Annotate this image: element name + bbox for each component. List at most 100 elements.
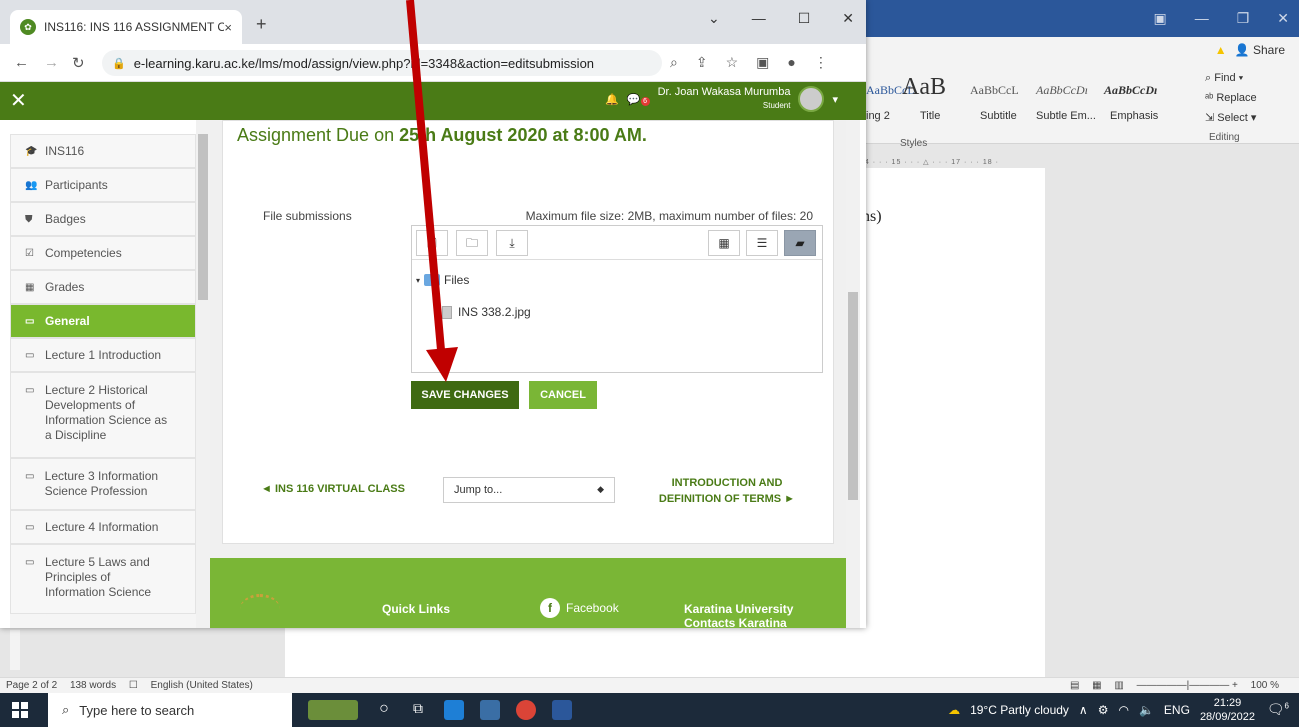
avatar[interactable] bbox=[798, 86, 825, 112]
page-scrollbar[interactable] bbox=[846, 120, 860, 628]
sidebar-item-badges[interactable]: ⛊ Badges bbox=[10, 202, 196, 236]
close-icon[interactable]: ✕ bbox=[842, 10, 854, 27]
reload-icon[interactable]: ↻ bbox=[72, 54, 85, 72]
read-mode-icon[interactable]: ▤ bbox=[1070, 680, 1079, 691]
next-activity-link[interactable]: INTRODUCTION AND DEFINITION OF TERMS ► bbox=[653, 475, 801, 507]
find-button[interactable]: ⌕ Find ▾ bbox=[1205, 68, 1257, 88]
maximize-icon[interactable]: ☐ bbox=[798, 10, 811, 27]
back-icon[interactable]: ← bbox=[14, 54, 29, 71]
sidebar-item-lecture-1[interactable]: ▭ Lecture 1 Introduction bbox=[10, 338, 196, 372]
sidebar-item-ins116[interactable]: 🎓 INS116 bbox=[10, 134, 196, 168]
address-bar[interactable]: 🔒 e-learning.karu.ac.ke/lms/mod/assign/v… bbox=[102, 50, 662, 76]
task-view-icon[interactable]: ⧉ bbox=[408, 700, 428, 720]
clock[interactable]: 21:29 28/09/2022 bbox=[1200, 696, 1255, 724]
moodle-navbar: ✕ 🔔 💬 6 Dr. Joan Wakasa Murumba Student ▾ bbox=[0, 82, 866, 120]
sidebar-item-competencies[interactable]: ☑ Competencies bbox=[10, 236, 196, 270]
create-folder-icon[interactable]: 🗀 bbox=[456, 230, 488, 256]
store-icon[interactable] bbox=[444, 700, 464, 720]
new-tab-button[interactable]: + bbox=[256, 14, 267, 35]
expand-icon[interactable]: ▾ bbox=[416, 276, 420, 285]
share-icon[interactable]: ⇪ bbox=[696, 54, 708, 71]
volume-icon[interactable]: 🔈 bbox=[1139, 703, 1154, 717]
sidebar-item-lecture-4[interactable]: ▭ Lecture 4 Information bbox=[10, 510, 196, 544]
save-changes-button[interactable]: SAVE CHANGES bbox=[411, 381, 519, 409]
close-drawer-icon[interactable]: ✕ bbox=[10, 88, 27, 113]
file-picker: 🗋 🗀 ⤓ ▦ ☰ ▰ ▾ Files INS 338.2.jpg bbox=[411, 225, 823, 373]
download-icon[interactable]: ⤓ bbox=[496, 230, 528, 256]
page-scroll-thumb[interactable] bbox=[848, 292, 858, 500]
zoom-slider[interactable]: —————|———— + bbox=[1137, 680, 1238, 691]
word-count[interactable]: 138 words bbox=[70, 680, 116, 691]
browser-tab[interactable]: ✿ INS116: INS 116 ASSIGNMENT O × bbox=[10, 10, 242, 44]
word-taskbar-icon[interactable] bbox=[552, 700, 572, 720]
tree-folder-files[interactable]: ▾ Files bbox=[416, 273, 469, 287]
chrome-taskbar-icon[interactable] bbox=[516, 700, 536, 720]
url-text: e-learning.karu.ac.ke/lms/mod/assign/vie… bbox=[133, 55, 595, 71]
user-info[interactable]: Dr. Joan Wakasa Murumba Student bbox=[658, 86, 791, 112]
minimize-icon[interactable]: — bbox=[1195, 10, 1209, 27]
profile-icon[interactable]: ● bbox=[787, 54, 795, 71]
list-view-icon[interactable]: ☰ bbox=[746, 230, 778, 256]
icon-view-icon[interactable]: ▦ bbox=[708, 230, 740, 256]
style-title[interactable]: AaB bbox=[902, 74, 946, 101]
news-widget-icon[interactable] bbox=[308, 700, 358, 720]
zoom-icon[interactable]: ⌕ bbox=[670, 54, 678, 71]
tab-close-icon[interactable]: × bbox=[224, 20, 232, 35]
tree-file-item[interactable]: INS 338.2.jpg bbox=[442, 305, 531, 319]
cortana-icon[interactable]: ○ bbox=[374, 700, 394, 720]
sidebar-item-grades[interactable]: ▦ Grades bbox=[10, 270, 196, 304]
menu-icon[interactable]: ⋮ bbox=[814, 54, 828, 71]
style-subtitle[interactable]: AaBbCcL bbox=[970, 83, 1019, 98]
sidebar-item-lecture-3[interactable]: ▭ Lecture 3 Information Science Professio… bbox=[10, 458, 196, 510]
facebook-link[interactable]: f Facebook bbox=[540, 598, 619, 618]
prev-activity-link[interactable]: ◄ INS 116 VIRTUAL CLASS bbox=[261, 483, 405, 495]
messages-icon[interactable]: 💬 6 bbox=[627, 93, 650, 106]
tree-view-icon[interactable]: ▰ bbox=[784, 230, 816, 256]
vertical-ruler bbox=[10, 630, 20, 670]
weather-text[interactable]: 19°C Partly cloudy bbox=[970, 703, 1069, 717]
tab-search-icon[interactable]: ⌄ bbox=[708, 10, 720, 27]
replace-button[interactable]: ᵃᵇ Replace bbox=[1205, 88, 1257, 108]
bell-icon[interactable]: 🔔 bbox=[605, 93, 619, 106]
maximize-icon[interactable]: ❐ bbox=[1237, 10, 1250, 27]
lock-icon[interactable]: 🔒 bbox=[112, 57, 126, 70]
sidebar-item-general[interactable]: ▭ General bbox=[10, 304, 196, 338]
folder-icon: ▭ bbox=[25, 349, 35, 361]
windows-start-icon[interactable] bbox=[12, 702, 28, 718]
main-content: Assignment Due on 25th August 2020 at 8:… bbox=[210, 120, 846, 628]
side-panel-icon[interactable]: ▣ bbox=[756, 54, 769, 71]
restore-icon[interactable]: ▣ bbox=[1153, 10, 1166, 27]
close-icon[interactable]: ✕ bbox=[1277, 10, 1289, 27]
taskbar-search[interactable]: ⌕ Type here to search bbox=[48, 693, 292, 727]
language-status[interactable]: English (United States) bbox=[151, 680, 253, 691]
weather-icon[interactable]: ☁ bbox=[948, 703, 960, 717]
zoom-level[interactable]: 100 % bbox=[1251, 680, 1279, 691]
sidebar-item-lecture-5[interactable]: ▭ Lecture 5 Laws and Principles of Inform… bbox=[10, 544, 196, 614]
share-button[interactable]: 👤 Share bbox=[1235, 43, 1285, 57]
bookmark-star-icon[interactable]: ☆ bbox=[726, 54, 739, 71]
chevron-down-icon[interactable]: ▾ bbox=[832, 93, 838, 106]
sidebar-scroll-thumb[interactable] bbox=[198, 134, 208, 300]
style-subtle-emphasis[interactable]: AaBbCcDı bbox=[1036, 83, 1088, 98]
sidebar-scrollbar[interactable] bbox=[196, 120, 210, 628]
web-layout-icon[interactable]: ▥ bbox=[1114, 680, 1123, 691]
print-layout-icon[interactable]: ▦ bbox=[1092, 680, 1101, 691]
select-button[interactable]: ⇲ Select ▾ bbox=[1205, 108, 1257, 128]
proofing-icon[interactable]: ☐ bbox=[129, 680, 138, 691]
analytics-app-icon[interactable] bbox=[480, 700, 500, 720]
minimize-icon[interactable]: — bbox=[752, 10, 766, 27]
message-badge: 6 bbox=[640, 96, 650, 106]
forward-icon[interactable]: → bbox=[44, 54, 59, 71]
language-indicator[interactable]: ENG bbox=[1164, 703, 1190, 717]
notification-center-icon[interactable]: 🗨6 bbox=[1267, 701, 1289, 718]
sidebar-item-lecture-2[interactable]: ▭ Lecture 2 Historical Developments of In… bbox=[10, 372, 196, 458]
add-file-icon[interactable]: 🗋 bbox=[416, 230, 448, 256]
jump-to-select[interactable]: Jump to... ◆ bbox=[443, 477, 615, 503]
style-emphasis[interactable]: AaBbCcDı bbox=[1104, 83, 1157, 98]
sidebar-item-participants[interactable]: 👥 Participants bbox=[10, 168, 196, 202]
tray-chevron-icon[interactable]: ∧ bbox=[1079, 703, 1088, 717]
wifi-icon[interactable]: ◠ bbox=[1118, 703, 1128, 717]
moodle-page: ✕ 🔔 💬 6 Dr. Joan Wakasa Murumba Student ▾… bbox=[0, 82, 866, 628]
tray-apps-icon[interactable]: ⚙ bbox=[1098, 703, 1109, 717]
cancel-button[interactable]: CANCEL bbox=[529, 381, 597, 409]
